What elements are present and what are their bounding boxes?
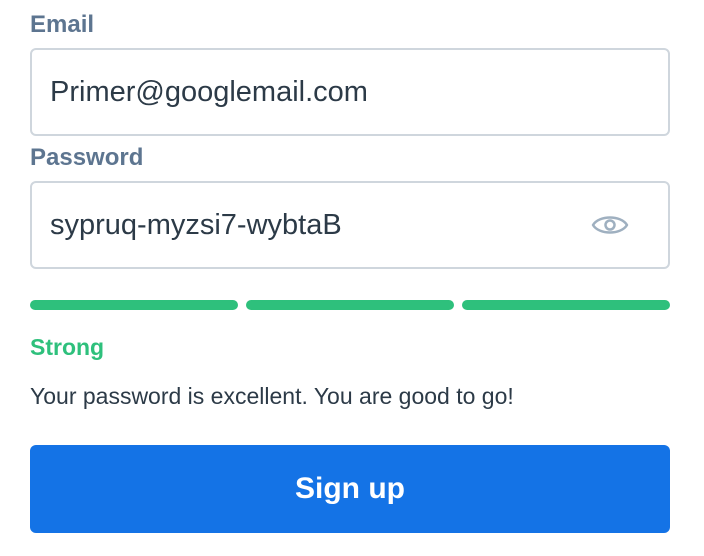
password-input[interactable]	[50, 183, 590, 267]
eye-icon[interactable]	[590, 209, 630, 241]
password-strength-meter	[30, 300, 670, 310]
strength-label: Strong	[30, 334, 105, 360]
strength-segment-1	[30, 300, 238, 310]
strength-segment-3	[462, 300, 670, 310]
strength-segment-2	[246, 300, 454, 310]
strength-message: Your password is excellent. You are good…	[30, 383, 514, 409]
sign-up-button[interactable]: Sign up	[30, 445, 670, 533]
email-label: Email	[30, 11, 95, 38]
password-field-container	[30, 181, 670, 269]
email-field-container	[30, 48, 670, 136]
email-input[interactable]	[50, 50, 650, 134]
eye-icon-graphic	[591, 216, 629, 234]
password-label: Password	[30, 144, 144, 171]
